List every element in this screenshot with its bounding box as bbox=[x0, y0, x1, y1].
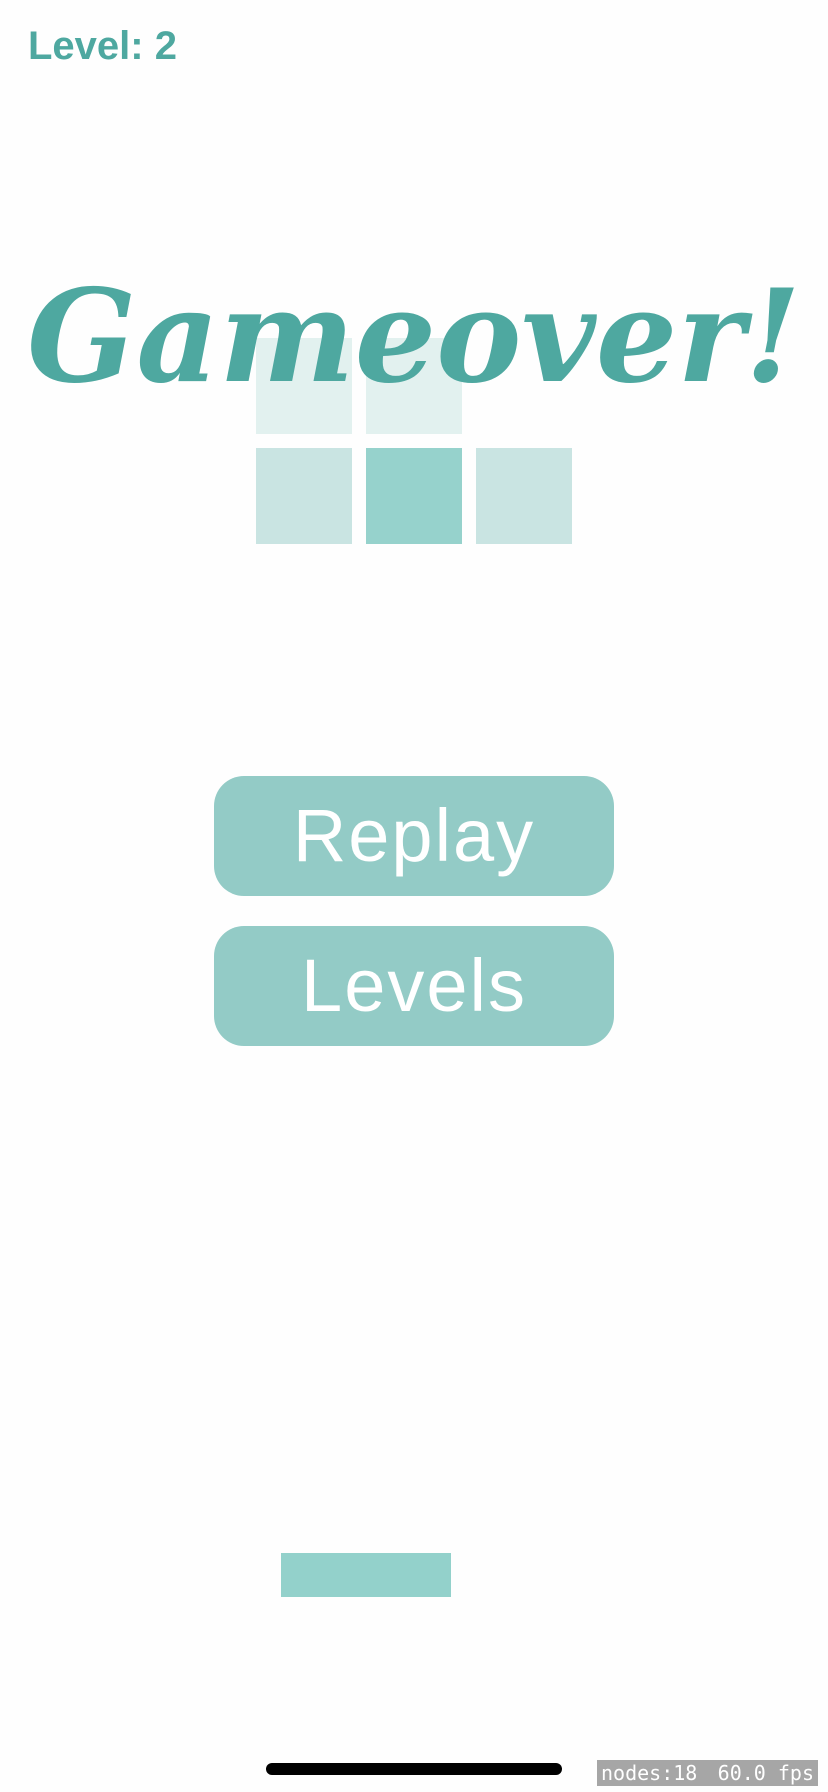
block-bottom-middle bbox=[366, 448, 462, 544]
block-bottom-left bbox=[256, 448, 352, 544]
gameover-title: Gameover! bbox=[27, 262, 801, 412]
fps-counter: 60.0 fps bbox=[717, 1761, 814, 1785]
level-indicator: Level: 2 bbox=[28, 24, 177, 68]
debug-overlay: nodes:18 60.0 fps bbox=[597, 1760, 818, 1786]
replay-button[interactable]: Replay bbox=[214, 776, 614, 896]
node-count: nodes:18 bbox=[601, 1761, 698, 1785]
home-indicator[interactable] bbox=[266, 1763, 562, 1775]
paddle bbox=[281, 1553, 451, 1597]
block-bottom-right bbox=[476, 448, 572, 544]
levels-button[interactable]: Levels bbox=[214, 926, 614, 1046]
